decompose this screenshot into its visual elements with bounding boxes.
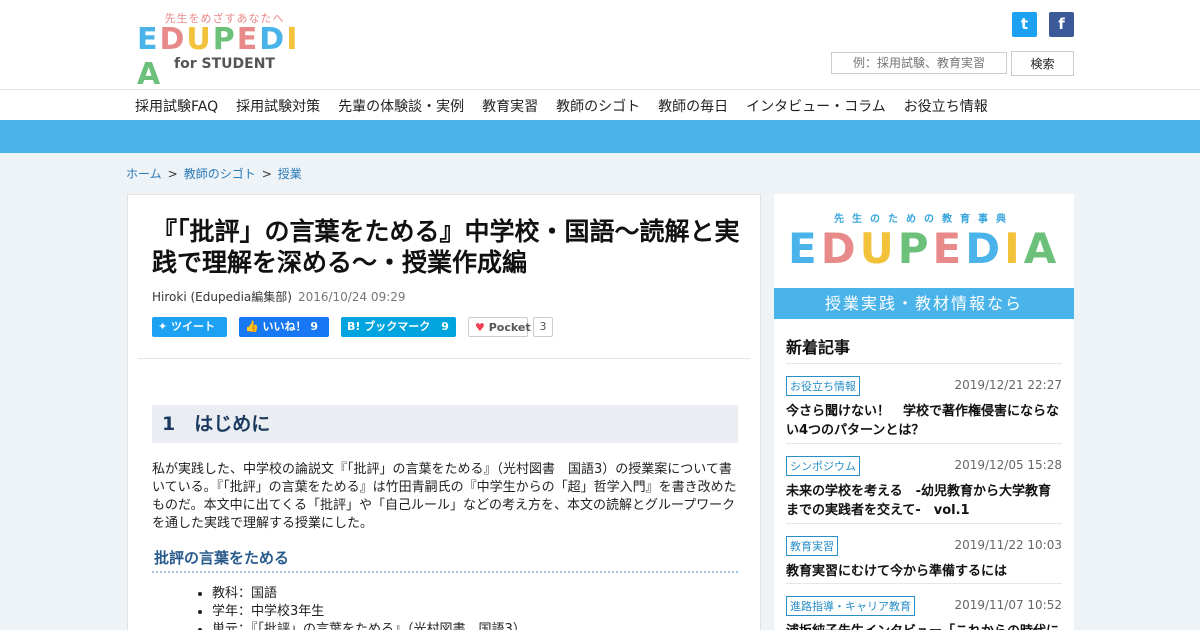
nav-item-interview[interactable]: インタビュー・コラム bbox=[746, 96, 886, 116]
banner-letter: A bbox=[1023, 224, 1061, 273]
tweet-label: ツイート bbox=[171, 320, 216, 333]
edupedia-banner[interactable]: 先生のための教育事典 EDUPEDIA 授業実践・教材情報なら bbox=[774, 194, 1074, 319]
facebook-like-button[interactable]: 👍 いいね！ 9 bbox=[239, 317, 329, 337]
pocket-button[interactable]: ♥ Pocket bbox=[468, 317, 531, 337]
logo-letter: U bbox=[186, 22, 213, 57]
banner-letter: U bbox=[859, 224, 898, 273]
like-icon: 👍 bbox=[245, 320, 263, 333]
banner-letter: E bbox=[932, 224, 966, 273]
category-tag[interactable]: 教育実習 bbox=[786, 536, 838, 556]
new-articles-panel: 新着記事 お役立ち情報 2019/12/21 22:27 今さら聞けない！ 学校… bbox=[774, 319, 1074, 630]
category-tag[interactable]: 進路指導・キャリア教育 bbox=[786, 596, 915, 616]
logo-letter: P bbox=[212, 22, 237, 57]
list-item[interactable]: 教育実習 2019/11/22 10:03 教育実習にむけて今から準備するには bbox=[786, 523, 1062, 583]
article-link[interactable]: 今さら聞けない！ 学校で著作権侵害にならない4つのパターンとは？ bbox=[786, 402, 1062, 440]
banner-letter: P bbox=[897, 224, 933, 273]
like-label: いいね！ 9 bbox=[262, 320, 319, 333]
intro-paragraph: 私が実践した、中学校の論説文『「批評」の言葉をためる』（光村図書 国語3）の授業… bbox=[152, 462, 737, 531]
article-date: 2019/11/07 10:52 bbox=[954, 598, 1062, 612]
article-link[interactable]: 浦坂純子先生インタビュー「これからの時代に求められる力とは」 bbox=[786, 622, 1062, 630]
article-date: 2019/11/22 10:03 bbox=[954, 538, 1062, 552]
logo-letter: D bbox=[159, 22, 187, 57]
article-link[interactable]: 教育実習にむけて今から準備するには bbox=[786, 562, 1062, 581]
logo-letter: E bbox=[236, 22, 260, 57]
category-tag[interactable]: シンポジウム bbox=[786, 456, 860, 476]
article-date: 2019/12/21 22:27 bbox=[954, 378, 1062, 392]
banner-wordmark: EDUPEDIA bbox=[788, 224, 1060, 273]
publish-date: 2016/10/24 09:29 bbox=[297, 290, 406, 304]
pocket-icon: ♥ bbox=[475, 321, 489, 334]
list-item[interactable]: お役立ち情報 2019/12/21 22:27 今さら聞けない！ 学校で著作権侵… bbox=[786, 363, 1062, 443]
nav-item-work[interactable]: 教師のシゴト bbox=[556, 96, 640, 116]
logo-letter: I bbox=[286, 22, 300, 57]
list-item: 単元：『「批評」の言葉をためる』（光村図書 国語3） bbox=[212, 621, 526, 630]
new-articles-title: 新着記事 bbox=[786, 338, 851, 357]
list-item[interactable]: 進路指導・キャリア教育 2019/11/07 10:52 浦坂純子先生インタビュ… bbox=[786, 583, 1062, 630]
logo-subtitle: for STUDENT bbox=[174, 56, 275, 72]
banner-strip: 授業実践・教材情報なら bbox=[774, 288, 1074, 319]
article-date: 2019/12/05 15:28 bbox=[954, 458, 1062, 472]
section-heading: 1 はじめに bbox=[152, 405, 738, 443]
facebook-icon[interactable]: f bbox=[1049, 12, 1074, 37]
pocket-count: 3 bbox=[533, 317, 553, 337]
breadcrumb: ホーム > 教師のシゴト > 授業 bbox=[126, 165, 302, 182]
banner-letter: D bbox=[965, 224, 1005, 273]
nav-item-practicum[interactable]: 教育実習 bbox=[482, 96, 538, 116]
search-button[interactable]: 検索 bbox=[1011, 51, 1074, 76]
nav-item-faq[interactable]: 採用試験FAQ bbox=[135, 96, 218, 116]
banner-letter: I bbox=[1004, 224, 1024, 273]
list-item: 教科：国語 bbox=[212, 585, 526, 603]
breadcrumb-separator: > bbox=[261, 167, 272, 181]
lesson-info-list: 教科：国語 学年：中学校3年生 単元：『「批評」の言葉をためる』（光村図書 国語… bbox=[212, 585, 526, 630]
pocket-label: Pocket bbox=[488, 321, 531, 334]
banner-letter: E bbox=[788, 224, 821, 273]
divider bbox=[138, 358, 750, 359]
nav-item-info[interactable]: お役立ち情報 bbox=[904, 96, 988, 116]
twitter-icon[interactable]: t bbox=[1012, 12, 1037, 37]
breadcrumb-subcategory[interactable]: 授業 bbox=[278, 167, 302, 181]
list-item[interactable]: シンポジウム 2019/12/05 15:28 未来の学校を考える -幼児教育か… bbox=[786, 443, 1062, 523]
logo-letter: D bbox=[259, 22, 287, 57]
site-logo[interactable]: 先生をめざすあなたへ EDUPEDIA for STUDENT bbox=[137, 10, 312, 92]
breadcrumb-separator: > bbox=[167, 167, 178, 181]
article-card: 『「批評」の言葉をためる』中学校・国語～読解と実践で理解を深める～・授業作成編 … bbox=[127, 194, 761, 630]
category-tag[interactable]: お役立ち情報 bbox=[786, 376, 860, 396]
logo-letter: E bbox=[137, 22, 160, 57]
nav-item-experience[interactable]: 先輩の体験談・実例 bbox=[338, 96, 464, 116]
article-title: 『「批評」の言葉をためる』中学校・国語～読解と実践で理解を深める～・授業作成編 bbox=[152, 217, 740, 277]
hatena-bookmark-button[interactable]: B! ブックマーク 9 bbox=[341, 317, 456, 337]
list-item: 学年：中学校3年生 bbox=[212, 603, 526, 621]
article-byline: Hiroki (Edupedia編集部) 2016/10/24 09:29 bbox=[152, 288, 406, 305]
site-header: 先生をめざすあなたへ EDUPEDIA for STUDENT t f 検索 bbox=[0, 0, 1200, 92]
breadcrumb-category[interactable]: 教師のシゴト bbox=[184, 167, 256, 181]
tweet-button[interactable]: ✦ ツイート bbox=[152, 317, 227, 337]
main-nav: 採用試験FAQ 採用試験対策 先輩の体験談・実例 教育実習 教師のシゴト 教師の… bbox=[0, 89, 1200, 120]
search-input[interactable] bbox=[831, 52, 1007, 74]
banner-tagline: 先生のための教育事典 bbox=[834, 214, 1014, 225]
nav-item-daily[interactable]: 教師の毎日 bbox=[658, 96, 728, 116]
banner-letter: D bbox=[820, 224, 860, 273]
subsection-heading: 批評の言葉をためる bbox=[152, 547, 738, 573]
twitter-icon: ✦ bbox=[158, 320, 172, 333]
author-name[interactable]: Hiroki (Edupedia編集部) bbox=[152, 290, 292, 304]
article-link[interactable]: 未来の学校を考える -幼児教育から大学教育までの実践者を交えて- vol.1 bbox=[786, 482, 1062, 520]
nav-item-exam[interactable]: 採用試験対策 bbox=[236, 96, 320, 116]
nav-accent-bar bbox=[0, 120, 1200, 153]
breadcrumb-home[interactable]: ホーム bbox=[126, 167, 162, 181]
